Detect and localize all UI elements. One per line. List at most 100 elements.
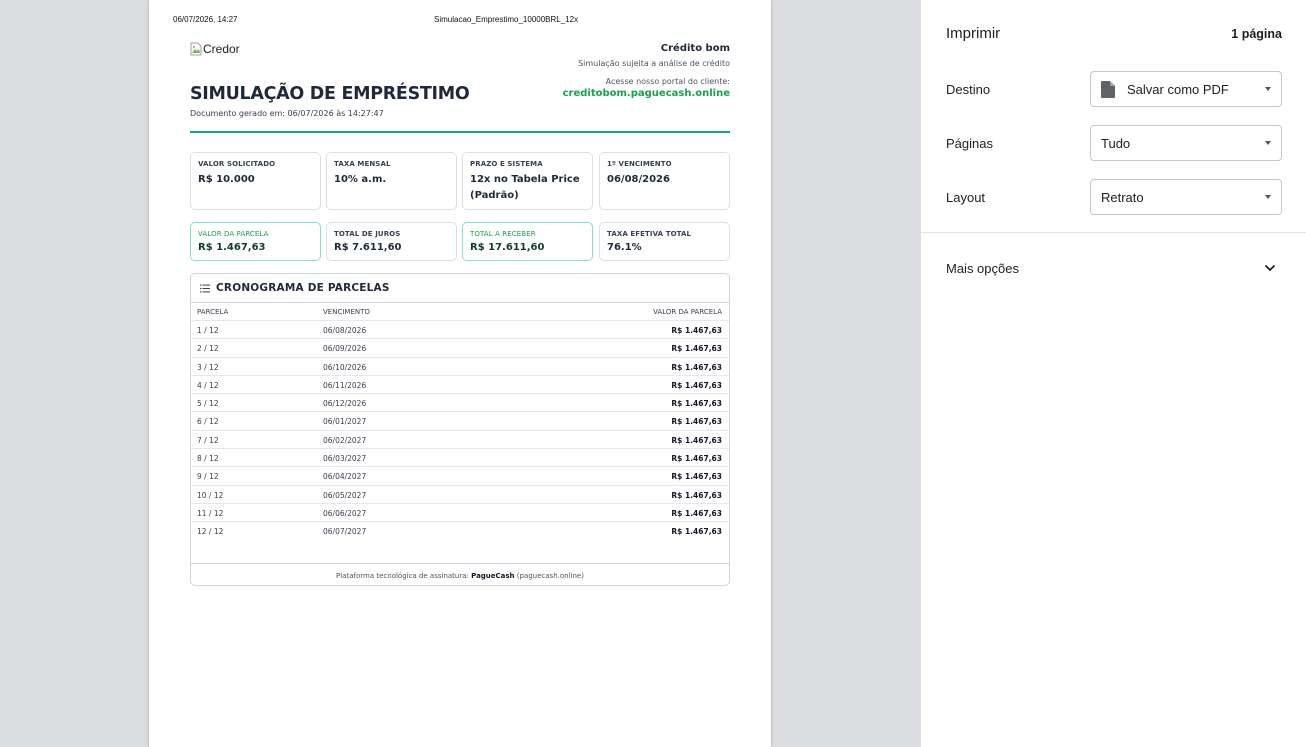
company-name: Crédito bom (660, 43, 730, 54)
layout-value: Retrato (1101, 189, 1144, 205)
cell-due-date: 06/12/2026 (323, 399, 367, 409)
table-row: 11 / 12 06/06/2027 R$ 1.467,63 (191, 504, 729, 523)
destination-value: Salvar como PDF (1127, 81, 1229, 97)
print-header-filename: Simulacao_Emprestimo_10000BRL_12x (434, 15, 579, 24)
table-row: 9 / 12 06/04/2027 R$ 1.467,63 (191, 467, 729, 486)
table-row: 1 / 12 06/08/2026 R$ 1.467,63 (191, 321, 729, 340)
dropdown-arrow-icon (1265, 87, 1271, 91)
table-row: 12 / 12 06/07/2027 R$ 1.467,63 (191, 522, 729, 540)
cell-value: R$ 1.467,63 (671, 417, 722, 427)
document-title: SIMULAÇÃO DE EMPRÉSTIMO (190, 84, 470, 104)
summary-card-requested-amount: VALOR SOLICITADO R$ 10.000 (190, 152, 321, 210)
card-value: 12x no Tabela Price (Padrão) (470, 174, 580, 201)
card-value: 10% a.m. (334, 174, 387, 185)
cell-installment: 4 / 12 (197, 380, 219, 390)
list-icon (200, 284, 210, 292)
print-dialog-title: Imprimir (946, 25, 1001, 42)
summary-card-first-due-date: 1º VENCIMENTO 06/08/2026 (599, 152, 730, 210)
cell-due-date: 06/09/2026 (323, 344, 367, 354)
card-value: R$ 10.000 (198, 174, 255, 185)
summary-card-effective-rate: TAXA EFETIVA TOTAL 76.1% (599, 222, 730, 261)
dropdown-arrow-icon (1265, 141, 1271, 145)
print-settings-panel: Imprimir 1 página Destino Salvar como PD… (921, 0, 1306, 747)
summary-card-installment-value: VALOR DA PARCELA R$ 1.467,63 (190, 222, 321, 261)
schedule-header: CRONOGRAMA DE PARCELAS (191, 274, 729, 303)
cell-due-date: 06/04/2027 (323, 472, 367, 482)
layout-label: Layout (946, 190, 986, 205)
summary-card-term-system: PRAZO E SISTEMA 12x no Tabela Price (Pad… (462, 152, 593, 210)
page-count: 1 página (1231, 27, 1282, 41)
portal-link[interactable]: creditobom.paguecash.online (563, 88, 730, 99)
cell-installment: 12 / 12 (197, 527, 224, 537)
cell-installment: 8 / 12 (197, 454, 219, 464)
company-logo-alt-text: Credor (203, 42, 240, 56)
pages-select[interactable]: Tudo (1090, 125, 1282, 161)
cell-installment: 7 / 12 (197, 435, 219, 445)
column-header-due-date: VENCIMENTO (323, 308, 370, 316)
cell-due-date: 06/11/2026 (323, 380, 367, 390)
table-row: 3 / 12 06/10/2026 R$ 1.467,63 (191, 358, 729, 376)
table-row: 5 / 12 06/12/2026 R$ 1.467,63 (191, 394, 729, 413)
pages-label: Páginas (946, 136, 993, 151)
chevron-down-icon[interactable] (1264, 264, 1276, 272)
cell-installment: 3 / 12 (197, 362, 219, 372)
cell-due-date: 06/05/2027 (323, 490, 367, 500)
portal-label: Acesse nosso portal do cliente: (605, 77, 730, 86)
cell-due-date: 06/10/2026 (323, 362, 367, 372)
table-row: 2 / 12 06/09/2026 R$ 1.467,63 (191, 339, 729, 358)
cell-due-date: 06/02/2027 (323, 435, 367, 445)
print-preview-page: 06/07/2026, 14:27 Simulacao_Emprestimo_1… (149, 0, 771, 747)
company-logo: Credor (190, 42, 240, 56)
column-header-value: VALOR DA PARCELA (653, 308, 722, 316)
destination-label: Destino (946, 82, 991, 97)
table-row: 4 / 12 06/11/2026 R$ 1.467,63 (191, 376, 729, 395)
card-label: 1º VENCIMENTO (607, 160, 672, 168)
summary-card-monthly-rate: TAXA MENSAL 10% a.m. (326, 152, 457, 210)
schedule-footer: Plataforma tecnológica de assinatura: Pa… (191, 563, 729, 585)
cell-due-date: 06/07/2027 (323, 527, 367, 537)
company-subtitle: Simulação sujeita a análise de crédito (578, 59, 730, 68)
card-value: R$ 17.611,60 (470, 242, 545, 253)
cell-due-date: 06/01/2027 (323, 417, 367, 427)
table-body: 1 / 12 06/08/2026 R$ 1.467,63 2 / 12 06/09/… (191, 321, 729, 541)
panel-divider (921, 232, 1306, 233)
cell-installment: 11 / 12 (197, 508, 224, 518)
cell-installment: 10 / 12 (197, 490, 224, 500)
cell-installment: 5 / 12 (197, 399, 219, 409)
card-label: VALOR DA PARCELA (198, 230, 269, 238)
cell-value: R$ 1.467,63 (671, 326, 722, 335)
cell-value: R$ 1.467,63 (671, 362, 722, 372)
document-generated-date: Documento gerado em: 06/07/2026 às 14:27… (190, 109, 384, 118)
cell-due-date: 06/03/2027 (323, 454, 367, 464)
cell-value: R$ 1.467,63 (671, 454, 722, 464)
destination-select[interactable]: Salvar como PDF (1090, 71, 1282, 107)
card-label: PRAZO E SISTEMA (470, 160, 543, 168)
table-row: 10 / 12 06/05/2027 R$ 1.467,63 (191, 486, 729, 504)
table-row: 6 / 12 06/01/2027 R$ 1.467,63 (191, 412, 729, 431)
cell-due-date: 06/06/2027 (323, 508, 367, 518)
pdf-file-icon (1101, 80, 1115, 98)
layout-select[interactable]: Retrato (1090, 179, 1282, 215)
more-options-toggle[interactable]: Mais opções (946, 261, 1019, 276)
column-header-installment: PARCELA (197, 308, 229, 316)
card-value: R$ 1.467,63 (198, 242, 266, 253)
print-header-date: 06/07/2026, 14:27 (173, 15, 238, 24)
cell-value: R$ 1.467,63 (671, 380, 722, 390)
card-label: TOTAL DE JUROS (334, 230, 401, 238)
card-label: TOTAL A RECEBER (470, 230, 536, 238)
summary-card-total-interest: TOTAL DE JUROS R$ 7.611,60 (326, 222, 457, 261)
dropdown-arrow-icon (1265, 195, 1271, 199)
card-value: R$ 7.611,60 (334, 242, 402, 253)
cell-installment: 2 / 12 (197, 344, 219, 354)
cell-installment: 1 / 12 (197, 326, 219, 335)
card-label: TAXA EFETIVA TOTAL (607, 230, 692, 238)
cell-value: R$ 1.467,63 (671, 399, 722, 409)
cell-value: R$ 1.467,63 (671, 527, 722, 537)
schedule-title: CRONOGRAMA DE PARCELAS (216, 282, 390, 294)
summary-card-total-receivable: TOTAL A RECEBER R$ 17.611,60 (462, 222, 593, 261)
broken-image-icon (190, 42, 202, 56)
table-header: PARCELA VENCIMENTO VALOR DA PARCELA (191, 303, 729, 321)
card-value: 06/08/2026 (607, 174, 670, 185)
header-divider (190, 131, 730, 133)
cell-value: R$ 1.467,63 (671, 435, 722, 445)
